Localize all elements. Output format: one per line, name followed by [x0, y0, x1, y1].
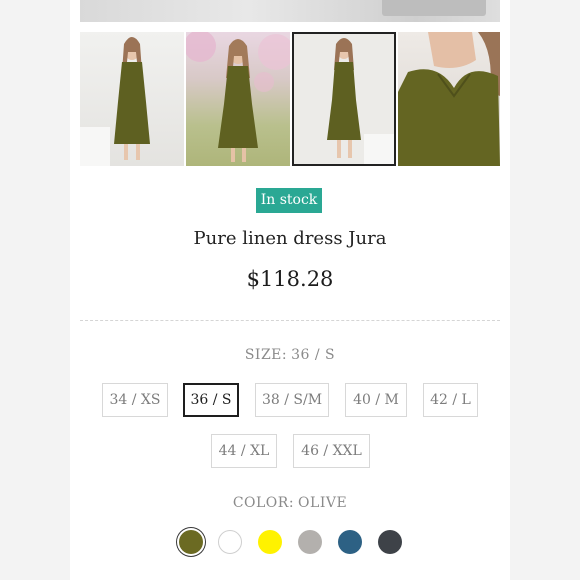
- color-selected-value: OLIVE: [298, 495, 348, 511]
- color-swatch-white[interactable]: [218, 530, 242, 554]
- size-option-34-xs[interactable]: 34 / XS: [102, 383, 168, 417]
- dress-photo-icon: [186, 32, 290, 162]
- dress-photo-icon: [80, 37, 150, 166]
- dress-photo-icon: [398, 32, 500, 166]
- dress-photo-icon: [327, 38, 394, 164]
- size-option-46-xxl[interactable]: 46 / XXL: [293, 434, 370, 468]
- color-label-key: COLOR:: [232, 495, 295, 511]
- size-label-key: SIZE:: [244, 347, 288, 363]
- size-selected-value: 36 / S: [291, 347, 336, 363]
- thumbnail-2[interactable]: [186, 32, 290, 166]
- thumbnail-1[interactable]: [80, 32, 184, 166]
- color-swatch-yellow[interactable]: [258, 530, 282, 554]
- product-price: $118.28: [246, 267, 334, 291]
- color-swatch-charcoal[interactable]: [378, 530, 402, 554]
- size-option-40-m[interactable]: 40 / M: [345, 383, 407, 417]
- color-swatch-grey[interactable]: [298, 530, 322, 554]
- color-swatch-blue[interactable]: [338, 530, 362, 554]
- thumbnail-3[interactable]: [292, 32, 396, 166]
- size-label: SIZE: 36 / S: [110, 347, 470, 363]
- stock-status-badge: In stock: [256, 188, 322, 213]
- size-option-36-s[interactable]: 36 / S: [183, 383, 239, 417]
- main-image-bottom-edge[interactable]: [80, 0, 500, 22]
- product-title: Pure linen dress Jura: [193, 228, 387, 249]
- color-swatch-olive[interactable]: [179, 530, 203, 554]
- color-label: COLOR: OLIVE: [110, 495, 470, 511]
- size-option-44-xl[interactable]: 44 / XL: [211, 434, 277, 468]
- section-divider: [80, 320, 500, 321]
- thumbnail-gallery: [80, 32, 500, 166]
- size-option-38-sm[interactable]: 38 / S/M: [255, 383, 329, 417]
- thumbnail-4[interactable]: [398, 32, 500, 166]
- size-option-42-l[interactable]: 42 / L: [423, 383, 478, 417]
